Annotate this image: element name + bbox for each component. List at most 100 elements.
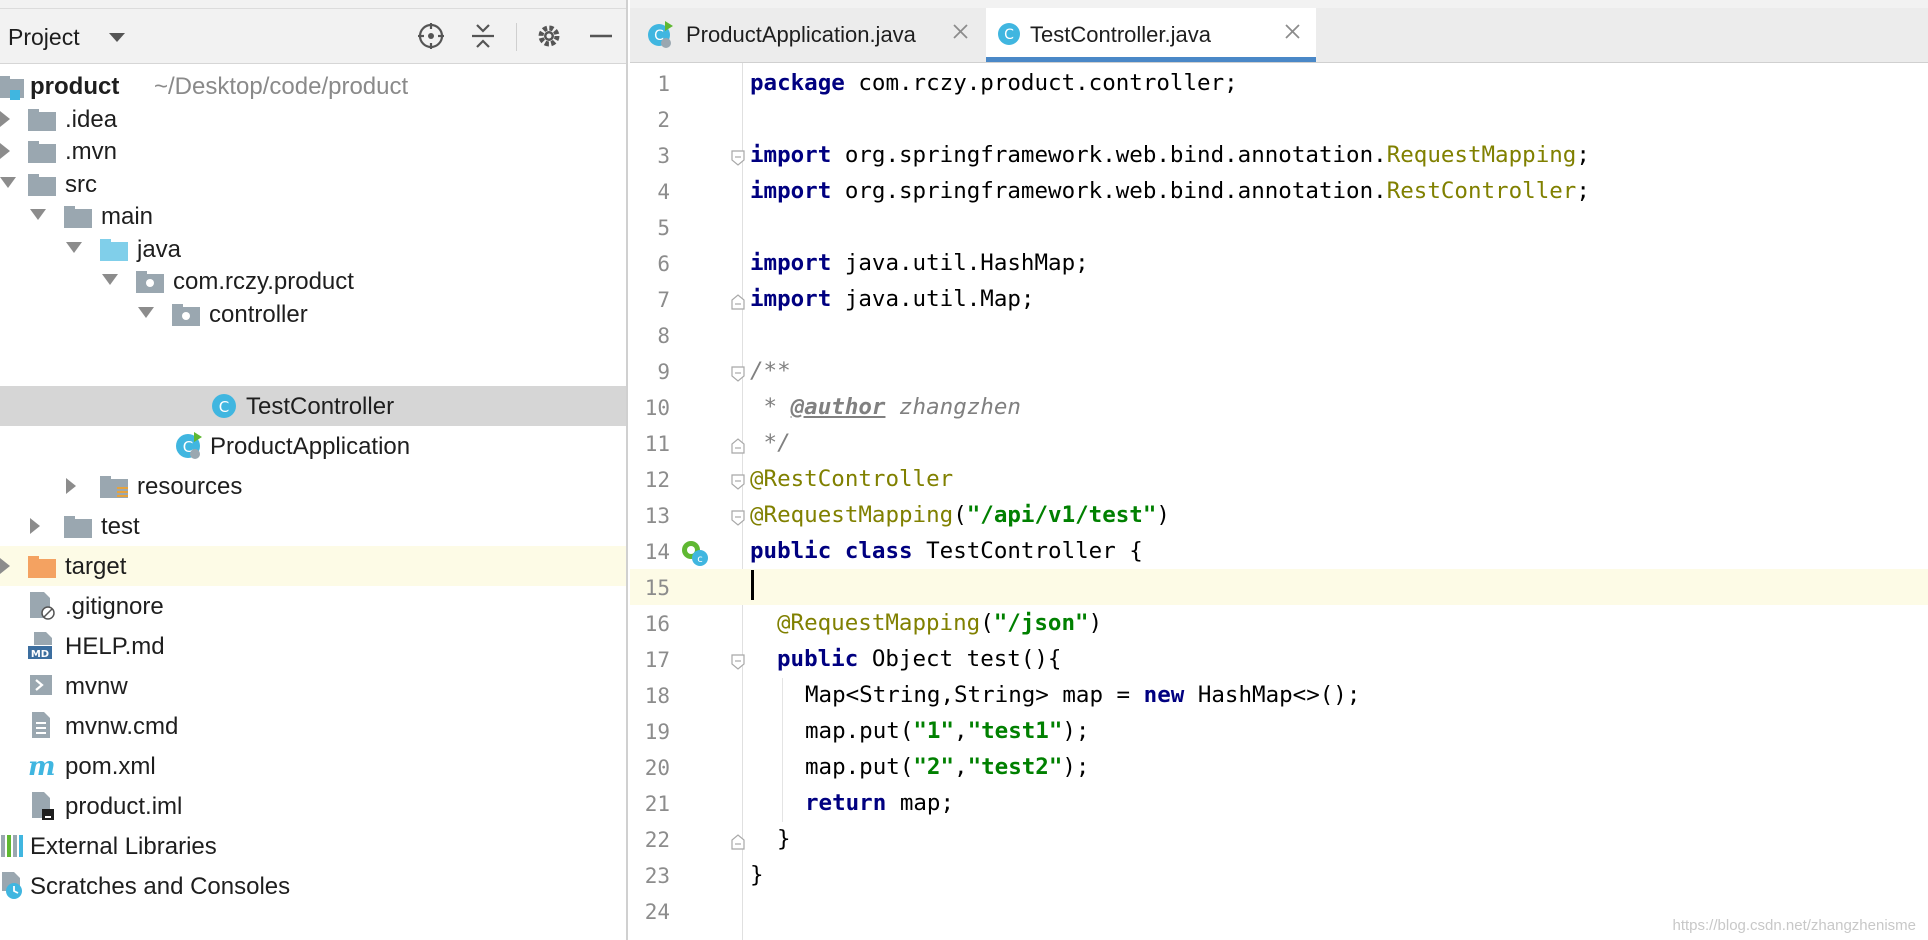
- code-line-16: @RequestMapping("/json"): [777, 610, 1102, 636]
- line-number: 17: [644, 648, 670, 672]
- folder-icon: [28, 104, 58, 134]
- gear-icon[interactable]: [532, 19, 566, 53]
- tree-item-label: mvnw.cmd: [65, 713, 179, 740]
- tree-item-label: main: [101, 203, 154, 230]
- header-separator: [516, 23, 517, 51]
- folder-icon: [28, 136, 58, 166]
- line-number: 2: [657, 108, 670, 132]
- code-line-11: */: [750, 430, 791, 456]
- line-number: 22: [644, 828, 670, 852]
- locate-icon[interactable]: [414, 19, 448, 53]
- tree-item-test[interactable]: test: [0, 506, 626, 546]
- comment: zhangzhen: [885, 394, 1021, 420]
- code-text: }: [750, 862, 764, 888]
- tree-item-target[interactable]: target: [0, 546, 626, 586]
- panel-top-strip: [0, 0, 626, 9]
- svg-text:c: c: [697, 554, 703, 565]
- code-text: );: [1062, 754, 1090, 780]
- tree-item-controller[interactable]: controller: [0, 294, 626, 334]
- line-number: 18: [644, 684, 670, 708]
- line-number: 5: [657, 216, 670, 240]
- chevron-down-icon[interactable]: [138, 302, 162, 326]
- string-literal: "test2": [967, 754, 1063, 780]
- fold-marker-icon[interactable]: [731, 438, 745, 454]
- string-literal: "2": [913, 754, 955, 780]
- tree-item-pom-xml[interactable]: m pom.xml: [0, 746, 626, 786]
- tree-item-product-iml[interactable]: product.iml: [0, 786, 626, 826]
- line-number: 4: [657, 180, 670, 204]
- code-text: map.put(: [805, 754, 914, 780]
- close-icon[interactable]: [1282, 21, 1304, 43]
- watermark: https://blog.csdn.net/zhangzhenisme: [1672, 917, 1917, 934]
- javadoc-tag: @author: [790, 394, 886, 420]
- code-text: ,: [954, 754, 968, 780]
- code-text: com.rczy.product.controller;: [844, 70, 1238, 96]
- collapse-all-icon[interactable]: [466, 19, 500, 53]
- keyword: import: [750, 178, 832, 204]
- current-line-highlight: [630, 569, 1928, 605]
- line-number: 11: [644, 432, 670, 456]
- tree-item-mvnw-cmd[interactable]: mvnw.cmd: [0, 706, 626, 746]
- keyword: import: [750, 286, 832, 312]
- tree-item-label: HELP.md: [65, 633, 165, 660]
- code-text: (: [980, 610, 994, 636]
- code-line-18: Map<String,String> map = new HashMap<>()…: [805, 682, 1360, 708]
- tree-item-label: Scratches and Consoles: [30, 873, 291, 900]
- code-line-20: map.put("2","test2");: [805, 754, 1089, 780]
- chevron-right-icon[interactable]: [0, 554, 24, 578]
- tree-item-resources[interactable]: resources: [0, 466, 626, 506]
- chevron-down-icon[interactable]: [0, 172, 24, 196]
- spring-bean-gutter-icon[interactable]: c: [680, 538, 710, 573]
- line-number: 10: [644, 396, 670, 420]
- folder-icon: [64, 511, 94, 541]
- code-line-14: public class TestController {: [750, 538, 1143, 564]
- tree-item-productapplication[interactable]: C ProductApplication: [0, 426, 626, 466]
- tab-productapplication[interactable]: C ProductApplication.java: [634, 8, 978, 62]
- chevron-right-icon[interactable]: [66, 474, 90, 498]
- tree-item-mvnw[interactable]: mvnw: [0, 666, 626, 706]
- tree-item-label: .mvn: [65, 138, 118, 165]
- package-icon: [172, 299, 202, 329]
- tree-item-testcontroller-row[interactable]: C TestController: [0, 386, 626, 426]
- fold-marker-icon[interactable]: [731, 366, 745, 382]
- tree-item-scratches[interactable]: Scratches and Consoles: [0, 866, 626, 906]
- code-text: Object test(){: [858, 646, 1062, 672]
- close-icon[interactable]: [950, 21, 972, 43]
- code-text: HashMap<>();: [1184, 682, 1361, 708]
- text-caret: [751, 570, 754, 600]
- tree-item-help-md[interactable]: MD HELP.md: [0, 626, 626, 666]
- tab-label: ProductApplication.java: [686, 22, 916, 47]
- fold-marker-icon[interactable]: [731, 834, 745, 850]
- chevron-down-icon[interactable]: [30, 204, 54, 228]
- hide-panel-icon[interactable]: [584, 19, 618, 53]
- tree-item-external-libraries[interactable]: External Libraries: [0, 826, 626, 866]
- fold-marker-icon[interactable]: [731, 474, 745, 490]
- tree-item-label: java: [137, 236, 182, 263]
- fold-marker-icon[interactable]: [731, 510, 745, 526]
- tree-item-label: product.iml: [65, 793, 183, 820]
- keyword: new: [1143, 682, 1185, 708]
- code-line-23: }: [750, 862, 764, 888]
- tree-root-path: ~/Desktop/code/product: [154, 73, 409, 100]
- code-line-4: import org.springframework.web.bind.anno…: [750, 178, 1590, 204]
- chevron-down-icon[interactable]: [66, 237, 90, 261]
- project-view-selector[interactable]: Project: [8, 24, 80, 51]
- tab-testcontroller[interactable]: C TestController.java: [986, 8, 1316, 62]
- code-text: }: [777, 826, 791, 852]
- annotation: @RestController: [750, 466, 954, 492]
- fold-marker-icon[interactable]: [731, 654, 745, 670]
- chevron-down-icon[interactable]: [102, 269, 126, 293]
- string-literal: "1": [913, 718, 955, 744]
- tree-item-label: ProductApplication: [210, 433, 411, 460]
- java-class-icon: C: [996, 20, 1024, 53]
- svg-text:C: C: [1004, 27, 1014, 43]
- tree-item-gitignore[interactable]: .gitignore: [0, 586, 626, 626]
- resources-folder-icon: [100, 471, 130, 501]
- chevron-down-icon[interactable]: [108, 31, 126, 49]
- fold-marker-icon[interactable]: [731, 294, 745, 310]
- chevron-right-icon[interactable]: [30, 514, 54, 538]
- chevron-right-icon[interactable]: [0, 107, 24, 131]
- chevron-right-icon[interactable]: [0, 139, 24, 163]
- active-tab-indicator: [986, 57, 1316, 62]
- fold-marker-icon[interactable]: [731, 150, 745, 166]
